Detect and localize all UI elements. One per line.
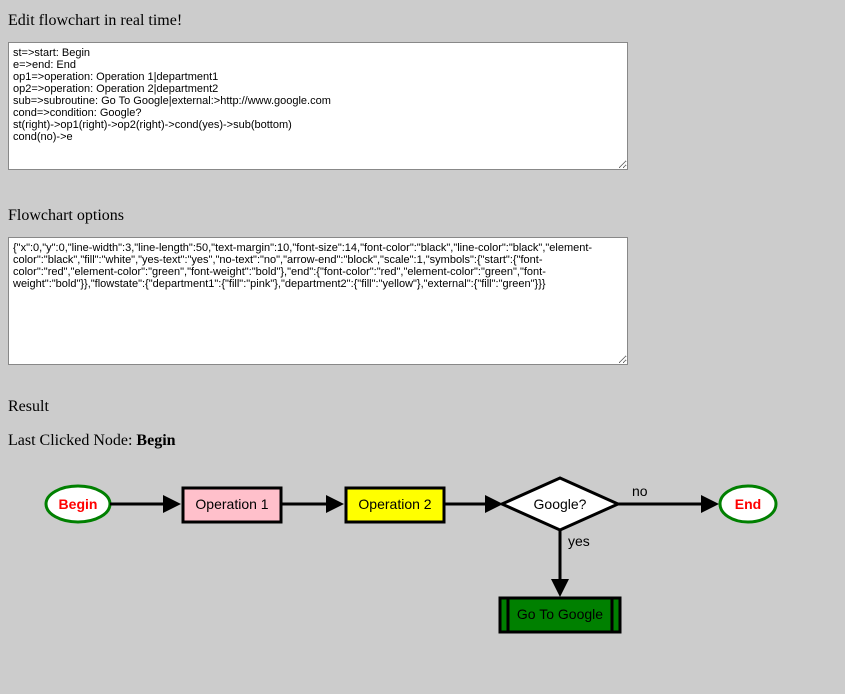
op1-node[interactable]: Operation 1 (183, 488, 281, 522)
no-label: no (632, 483, 648, 499)
last-clicked-value: Begin (136, 432, 175, 449)
start-node[interactable]: Begin (46, 486, 110, 522)
flowchart-code-textarea[interactable] (8, 42, 628, 170)
condition-node[interactable]: Google? (502, 478, 618, 530)
subroutine-node-label: Go To Google (517, 606, 603, 622)
result-heading: Result (8, 398, 837, 416)
end-node-label: End (735, 496, 761, 512)
subroutine-node[interactable]: Go To Google (500, 598, 620, 632)
end-node[interactable]: End (720, 486, 776, 522)
last-clicked-line: Last Clicked Node: Begin (8, 432, 837, 450)
last-clicked-label: Last Clicked Node: (8, 432, 136, 449)
edit-heading: Edit flowchart in real time! (8, 12, 837, 30)
flowchart-options-textarea[interactable] (8, 237, 628, 365)
condition-node-label: Google? (534, 496, 587, 512)
op2-node-label: Operation 2 (358, 496, 431, 512)
flowchart-canvas: Begin Operation 1 Operation 2 Google? no… (8, 474, 808, 654)
start-node-label: Begin (59, 496, 98, 512)
options-heading: Flowchart options (8, 207, 837, 225)
op1-node-label: Operation 1 (195, 496, 268, 512)
op2-node[interactable]: Operation 2 (346, 488, 444, 522)
yes-label: yes (568, 533, 590, 549)
